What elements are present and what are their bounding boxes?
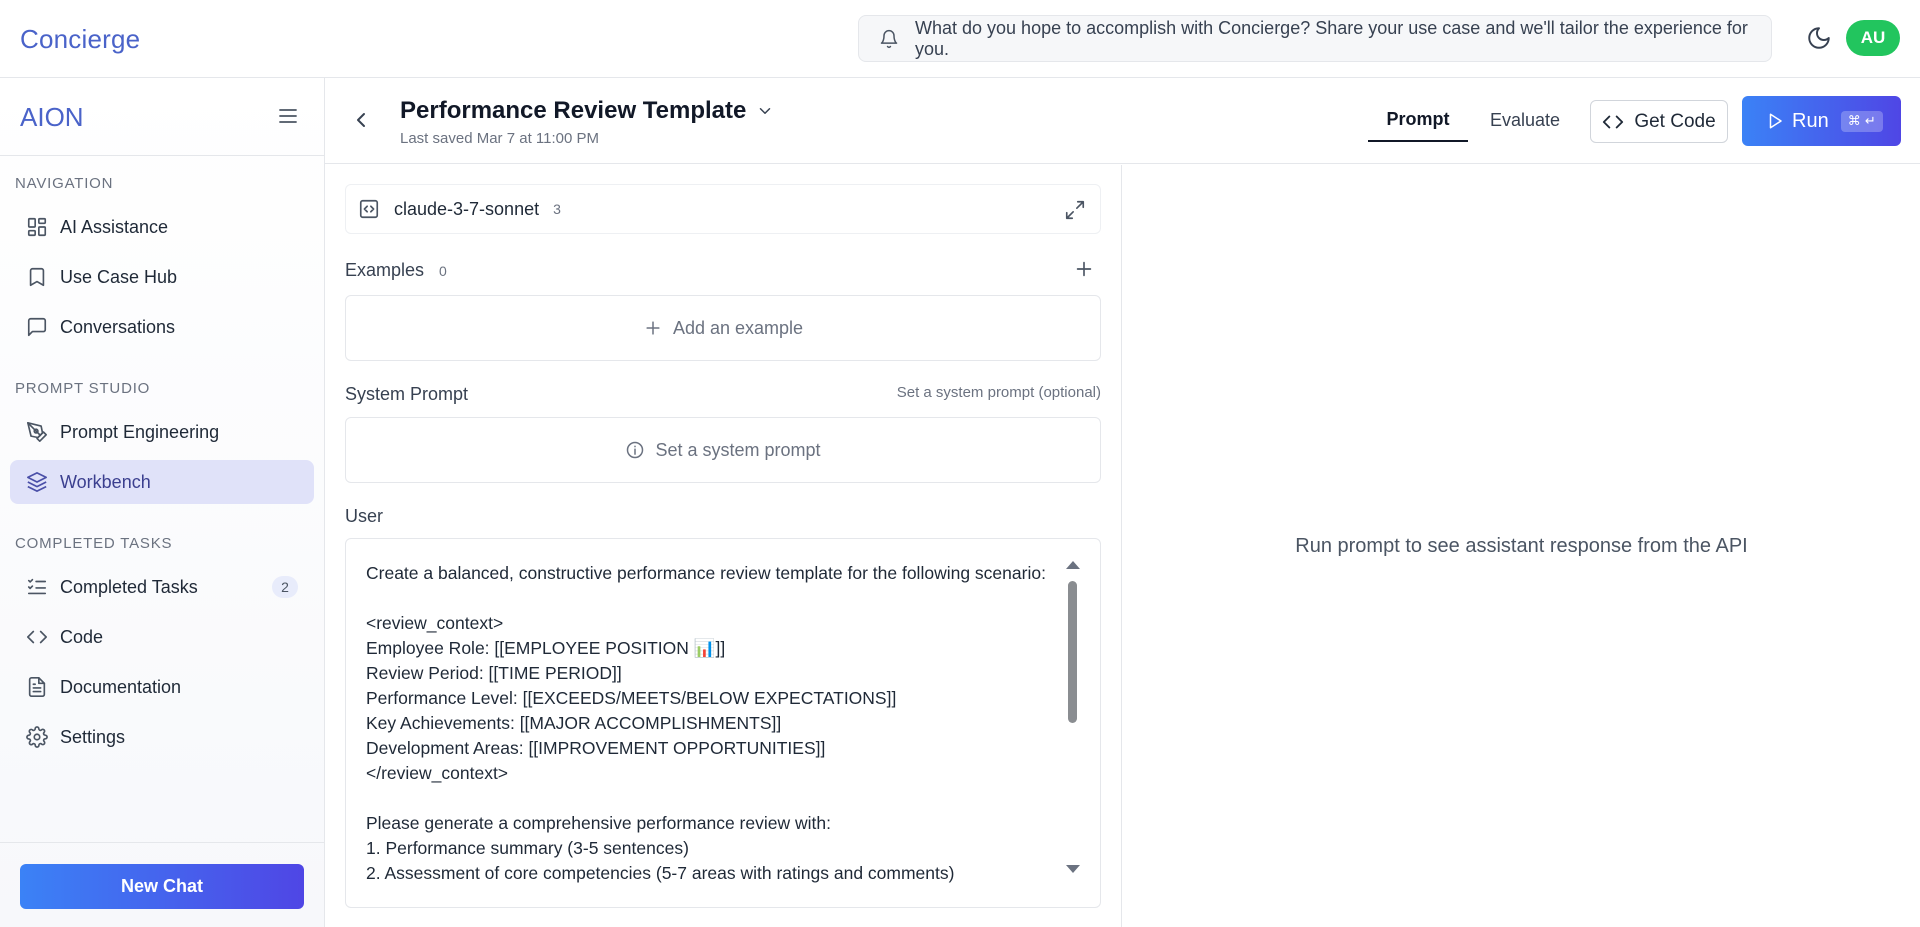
sidebar-item-label: Completed Tasks <box>60 576 198 597</box>
examples-header: Examples 0 <box>345 260 1101 281</box>
onboarding-banner[interactable]: What do you hope to accomplish with Conc… <box>858 15 1772 62</box>
code-icon <box>26 626 48 648</box>
sidebar-item-ai-assistance[interactable]: AI Assistance <box>10 205 314 249</box>
section-label-completed-tasks: COMPLETED TASKS <box>15 535 173 552</box>
moon-icon[interactable] <box>1806 25 1832 51</box>
last-saved-text: Last saved Mar 7 at 11:00 PM <box>400 130 599 147</box>
brand-logo[interactable]: Concierge <box>20 24 140 55</box>
model-selector[interactable]: claude-3-7-sonnet 3 <box>345 184 1101 234</box>
sidebar: AION NAVIGATION AI Assistance Use Case H… <box>0 78 325 927</box>
sidebar-item-use-case-hub[interactable]: Use Case Hub <box>10 255 314 299</box>
user-message-editor[interactable]: Create a balanced, constructive performa… <box>345 538 1101 908</box>
system-prompt-header: System Prompt Set a system prompt (optio… <box>345 384 1101 405</box>
layers-icon <box>26 471 48 493</box>
code-icon <box>1602 111 1624 133</box>
response-empty-state: Run prompt to see assistant response fro… <box>1295 535 1748 557</box>
sidebar-item-label: Use Case Hub <box>60 266 178 287</box>
user-avatar[interactable]: AU <box>1846 20 1900 56</box>
list-checks-icon <box>26 576 48 598</box>
new-chat-button[interactable]: New Chat <box>20 864 304 909</box>
code-square-icon <box>358 198 380 220</box>
run-label: Run <box>1792 109 1829 132</box>
get-code-label: Get Code <box>1634 110 1716 132</box>
scroll-up-arrow[interactable] <box>1066 561 1080 569</box>
section-label-prompt-studio: PROMPT STUDIO <box>15 380 151 397</box>
sidebar-item-prompt-engineering[interactable]: Prompt Engineering <box>10 410 314 454</box>
system-prompt-placeholder: Set a system prompt <box>655 439 821 460</box>
user-message-header: User <box>345 506 1101 527</box>
tab-prompt[interactable]: Prompt <box>1368 98 1468 142</box>
user-label: User <box>345 506 384 526</box>
completed-tasks-count-badge: 2 <box>272 576 298 598</box>
examples-count: 0 <box>439 263 447 279</box>
scroll-down-arrow[interactable] <box>1066 865 1080 873</box>
section-label-navigation: NAVIGATION <box>15 175 114 192</box>
plus-icon <box>643 318 663 338</box>
add-example-label: Add an example <box>672 317 804 338</box>
sidebar-footer: New Chat <box>0 842 325 927</box>
expand-icon[interactable] <box>1064 199 1086 221</box>
system-prompt-label: System Prompt <box>345 384 469 404</box>
examples-label: Examples <box>345 260 425 280</box>
workbench-header: Performance Review Template Last saved M… <box>325 78 1920 164</box>
onboarding-banner-text: What do you hope to accomplish with Conc… <box>915 17 1748 59</box>
sidebar-item-label: Settings <box>60 726 126 747</box>
get-code-button[interactable]: Get Code <box>1590 100 1728 143</box>
chat-icon <box>26 316 48 338</box>
tab-evaluate[interactable]: Evaluate <box>1475 98 1575 142</box>
run-shortcut-hint: ⌘ ↵ <box>1840 110 1883 132</box>
page-title: Performance Review Template <box>400 97 747 124</box>
sidebar-item-label: Conversations <box>60 316 176 337</box>
add-example-button[interactable]: Add an example <box>345 295 1101 361</box>
sidebar-item-workbench[interactable]: Workbench <box>10 460 314 504</box>
top-bar: Concierge What do you hope to accomplish… <box>0 0 1920 78</box>
sidebar-item-conversations[interactable]: Conversations <box>10 305 314 349</box>
bookmark-icon <box>26 266 48 288</box>
assistant-response-panel: Run prompt to see assistant response fro… <box>1121 165 1920 927</box>
sidebar-item-label: AI Assistance <box>60 216 169 237</box>
system-prompt-hint: Set a system prompt (optional) <box>896 384 1101 401</box>
bell-icon <box>879 29 899 49</box>
sidebar-item-code[interactable]: Code <box>10 615 314 659</box>
model-name: claude-3-7-sonnet <box>394 198 540 219</box>
scrollbar-thumb[interactable] <box>1068 581 1077 723</box>
sidebar-item-label: Workbench <box>60 471 151 492</box>
file-text-icon <box>26 676 48 698</box>
user-message-text[interactable]: Create a balanced, constructive performa… <box>366 561 1056 886</box>
add-example-plus-icon[interactable] <box>1073 258 1095 280</box>
back-arrow-icon[interactable] <box>349 108 373 132</box>
prompt-title-dropdown[interactable]: Performance Review Template <box>400 97 774 125</box>
sidebar-item-label: Prompt Engineering <box>60 421 220 442</box>
sidebar-item-documentation[interactable]: Documentation <box>10 665 314 709</box>
gear-icon <box>26 726 48 748</box>
org-name: AION <box>20 102 84 132</box>
sidebar-item-label: Documentation <box>60 676 182 697</box>
grid-icon <box>26 216 48 238</box>
sidebar-item-label: Code <box>60 626 104 647</box>
play-icon <box>1766 112 1784 130</box>
pen-tool-icon <box>26 421 48 443</box>
sidebar-item-completed-tasks[interactable]: Completed Tasks 2 <box>10 565 314 609</box>
info-icon <box>625 440 645 460</box>
system-prompt-input[interactable]: Set a system prompt <box>345 417 1101 483</box>
hamburger-menu-icon[interactable] <box>276 104 300 128</box>
model-count: 3 <box>553 201 561 217</box>
sidebar-header: AION <box>0 78 324 156</box>
sidebar-item-settings[interactable]: Settings <box>10 715 314 759</box>
run-button[interactable]: Run ⌘ ↵ <box>1742 96 1901 146</box>
chevron-down-icon <box>756 102 774 120</box>
